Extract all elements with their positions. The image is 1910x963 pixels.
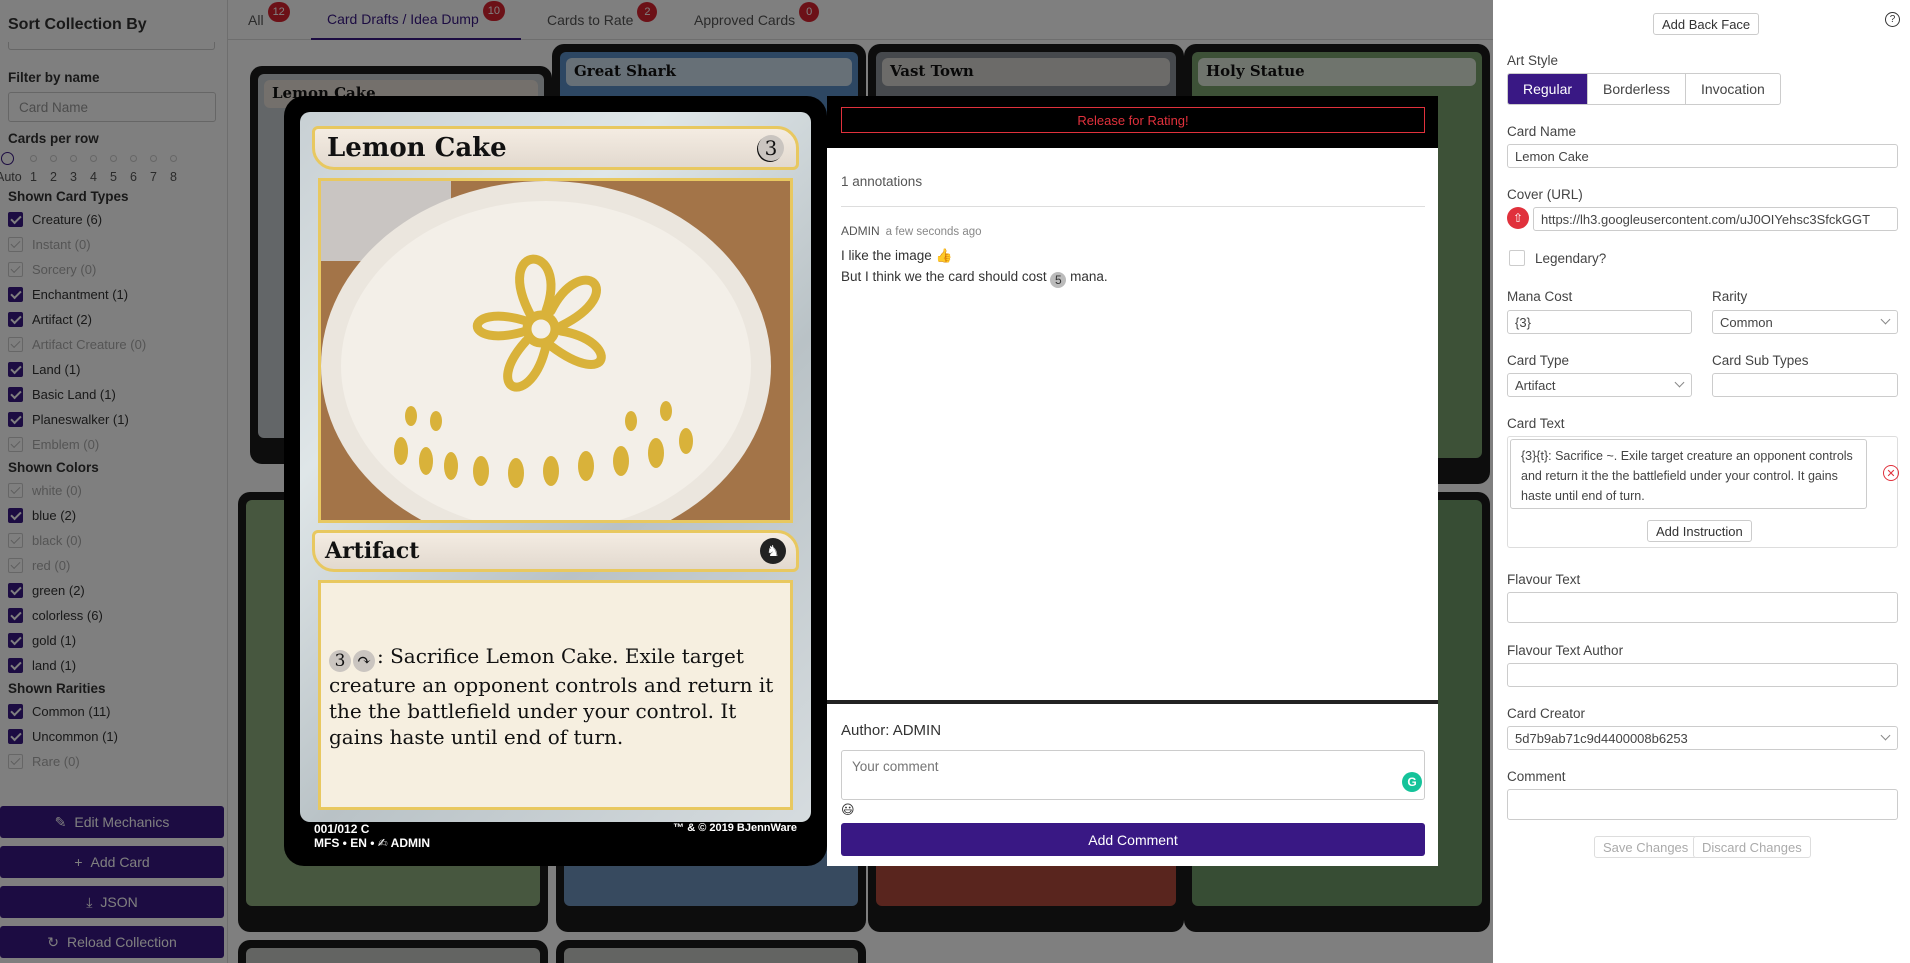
card-name-input[interactable]: Lemon Cake — [1507, 144, 1898, 168]
card-type: Artifact — [325, 538, 420, 564]
sub-types-input[interactable] — [1712, 373, 1898, 397]
cover-label: Cover (URL) — [1507, 187, 1583, 202]
mana-cost: 3 — [758, 135, 784, 161]
annotation-line: But I think we the card should cost 5 ma… — [841, 269, 1108, 288]
divider — [827, 700, 1438, 704]
art-style-label: Art Style — [1507, 53, 1559, 68]
flavour-text-input[interactable] — [1507, 592, 1898, 623]
annotation-line: I like the image 👍 — [841, 248, 953, 263]
rarity-label: Rarity — [1712, 289, 1748, 304]
emoji-icon[interactable]: 😃 — [841, 802, 855, 818]
card-name: Lemon Cake — [327, 133, 507, 163]
add-instruction-button[interactable]: Add Instruction — [1647, 520, 1752, 542]
comment-textarea[interactable] — [1507, 789, 1898, 820]
comment-label: Comment — [1507, 769, 1566, 784]
set-info: MFS • EN • ✍ ADMIN — [314, 836, 431, 850]
card-edit-panel: Add Back Face ? Art Style Regular Border… — [1493, 0, 1910, 963]
discard-changes-button[interactable]: Discard Changes — [1693, 836, 1811, 858]
chevron-down-icon — [1674, 377, 1685, 388]
save-changes-button[interactable]: Save Changes — [1594, 836, 1698, 858]
chevron-down-icon — [1880, 314, 1891, 325]
comment-input[interactable] — [841, 750, 1425, 800]
card-creator-select[interactable]: 5d7b9ab71c9d4400008b6253 — [1507, 726, 1898, 750]
card-type-select[interactable]: Artifact — [1507, 373, 1692, 397]
flavour-author-input[interactable] — [1507, 663, 1898, 687]
card-type-label: Card Type — [1507, 353, 1570, 368]
divider — [841, 206, 1425, 207]
legendary-label: Legendary? — [1535, 251, 1607, 266]
cake-illustration — [321, 181, 790, 520]
copyright: ™ & © 2019 BJennWare — [673, 822, 797, 834]
card-name-label: Card Name — [1507, 124, 1577, 139]
set-symbol-icon: ♞ — [760, 538, 786, 564]
annotation-panel: Release for Rating! 1 annotations ADMIN a… — [827, 96, 1438, 866]
mana-symbol: 3 — [329, 650, 351, 672]
legendary-checkbox[interactable] — [1509, 250, 1525, 266]
tap-symbol-icon: ↷ — [353, 650, 375, 672]
cover-url-input[interactable]: https://lh3.googleusercontent.com/uJ0OIY… — [1533, 207, 1898, 231]
remove-instruction-icon[interactable]: ✕ — [1883, 465, 1899, 481]
card-text-label: Card Text — [1507, 416, 1565, 431]
annotation-text: mana. — [1070, 269, 1108, 284]
mana-cost-input[interactable]: {3} — [1507, 310, 1692, 334]
card-type-bar: Artifact ♞ — [312, 530, 799, 572]
comment-author: Author: ADMIN — [841, 722, 942, 739]
rarity-select[interactable]: Common — [1712, 310, 1898, 334]
help-icon[interactable]: ? — [1885, 12, 1900, 27]
annotation-text: But I think we the card should cost — [841, 269, 1047, 284]
add-comment-button[interactable]: Add Comment — [841, 823, 1425, 856]
card-creator-value: 5d7b9ab71c9d4400008b6253 — [1515, 730, 1688, 746]
art-style-selector: Regular Borderless Invocation — [1507, 73, 1781, 105]
mana-symbol: 5 — [1050, 272, 1067, 288]
sub-types-label: Card Sub Types — [1712, 353, 1809, 368]
flavour-text-label: Flavour Text — [1507, 572, 1581, 587]
chevron-down-icon — [1880, 730, 1891, 741]
collector-number: 001/012 C — [314, 822, 370, 836]
card-text-input[interactable]: {3}{t}: Sacrifice ~. Exile target creatu… — [1510, 439, 1867, 509]
rules-text: : Sacrifice Lemon Cake. Exile target cre… — [329, 644, 774, 749]
add-back-face-button[interactable]: Add Back Face — [1653, 13, 1760, 35]
card-rules-text: 3 ↷: Sacrifice Lemon Cake. Exile target c… — [318, 580, 793, 810]
art-style-borderless[interactable]: Borderless — [1588, 74, 1686, 104]
release-for-rating-button[interactable]: Release for Rating! — [841, 107, 1425, 133]
annotation-author: ADMIN — [841, 224, 880, 238]
annotation-time: a few seconds ago — [885, 226, 982, 238]
art-style-invocation[interactable]: Invocation — [1686, 74, 1780, 104]
card-type-value: Artifact — [1515, 377, 1556, 393]
card-text-group: {3}{t}: Sacrifice ~. Exile target creatu… — [1507, 436, 1899, 548]
card-footer-left: 001/012 C MFS • EN • ✍ ADMIN — [314, 822, 430, 850]
card-preview: Lemon Cake 3 Artifact ♞ 3 ↷: Sacrifice … — [284, 96, 827, 866]
annotations-count: 1 annotations — [841, 174, 923, 189]
flavour-author-label: Flavour Text Author — [1507, 643, 1624, 658]
release-bar: Release for Rating! — [827, 96, 1438, 148]
annotation-meta: ADMIN a few seconds ago — [841, 224, 982, 238]
rarity-value: Common — [1720, 314, 1773, 330]
card-art — [318, 178, 793, 523]
art-style-regular[interactable]: Regular — [1508, 74, 1589, 104]
mana-cost-label: Mana Cost — [1507, 289, 1573, 304]
upload-icon[interactable]: ⇧ — [1507, 207, 1529, 229]
card-name-bar: Lemon Cake 3 — [312, 126, 799, 170]
grammarly-icon[interactable]: G — [1402, 772, 1422, 792]
card-creator-label: Card Creator — [1507, 706, 1586, 721]
